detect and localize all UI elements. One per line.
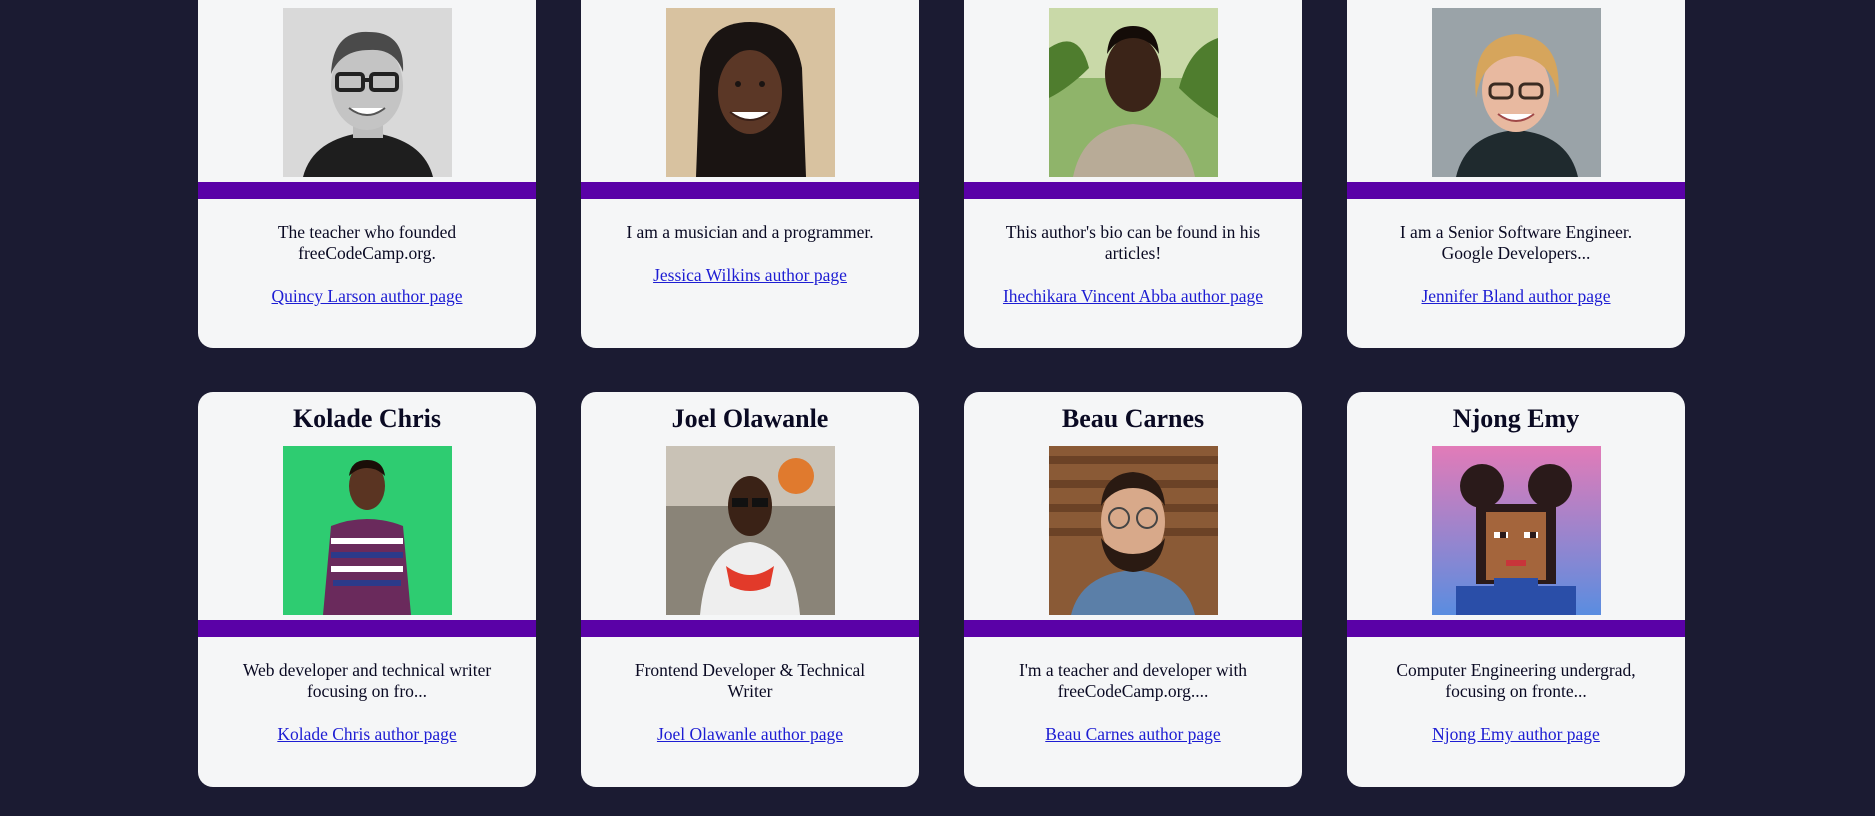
author-bio: I'm a teacher and developer with freeCod…	[1018, 660, 1248, 701]
accent-bar	[1347, 182, 1685, 199]
author-card: Njong Emy Computer Engineering undergrad…	[1347, 392, 1685, 787]
author-bio: The teacher who founded freeCodeCamp.org…	[277, 222, 457, 263]
author-bio: Web developer and technical writer focus…	[242, 660, 492, 701]
person-photo-icon	[282, 8, 452, 177]
person-photo-icon	[1048, 8, 1218, 177]
accent-bar	[581, 182, 919, 199]
author-card: Joel Olawanle Frontend Developer & Techn…	[581, 392, 919, 787]
author-page-link[interactable]: Njong Emy author page	[1432, 724, 1600, 745]
author-card: I am a musician and a programmer. Jessic…	[581, 0, 919, 348]
author-page-link[interactable]: Jessica Wilkins author page	[653, 265, 847, 286]
author-card: The teacher who founded freeCodeCamp.org…	[198, 0, 536, 348]
author-name: Joel Olawanle	[671, 404, 829, 433]
author-card: Kolade Chris Web developer and technical…	[198, 392, 536, 787]
author-page-link[interactable]: Ihechikara Vincent Abba author page	[1003, 286, 1263, 307]
author-bio: I am a Senior Software Engineer. Google …	[1399, 222, 1633, 263]
author-page-link[interactable]: Quincy Larson author page	[272, 286, 463, 307]
accent-bar	[198, 182, 536, 199]
author-page-link[interactable]: Jennifer Bland author page	[1421, 286, 1610, 307]
pixel-avatar-icon	[1431, 446, 1601, 615]
author-page-link[interactable]: Beau Carnes author page	[1045, 724, 1220, 745]
author-bio: I am a musician and a programmer.	[626, 222, 874, 242]
author-bio: Computer Engineering undergrad, focusing…	[1396, 660, 1636, 701]
person-photo-icon	[282, 446, 452, 615]
accent-bar	[198, 620, 536, 637]
author-name: Njong Emy	[1452, 404, 1580, 433]
accent-bar	[964, 182, 1302, 199]
author-page-link[interactable]: Kolade Chris author page	[277, 724, 456, 745]
accent-bar	[581, 620, 919, 637]
accent-bar	[964, 620, 1302, 637]
author-name: Beau Carnes	[1061, 404, 1205, 433]
person-photo-icon	[1431, 8, 1601, 177]
author-page-link[interactable]: Joel Olawanle author page	[657, 724, 843, 745]
author-card: This author's bio can be found in his ar…	[964, 0, 1302, 348]
author-card: Beau Carnes I'm a teacher and developer …	[964, 392, 1302, 787]
person-photo-icon	[665, 446, 835, 615]
author-bio: This author's bio can be found in his ar…	[1005, 222, 1261, 263]
author-card: I am a Senior Software Engineer. Google …	[1347, 0, 1685, 348]
person-photo-icon	[1048, 446, 1218, 615]
accent-bar	[1347, 620, 1685, 637]
author-bio: Frontend Developer & Technical Writer	[634, 660, 866, 701]
author-name: Kolade Chris	[292, 404, 442, 433]
person-photo-icon	[665, 8, 835, 177]
